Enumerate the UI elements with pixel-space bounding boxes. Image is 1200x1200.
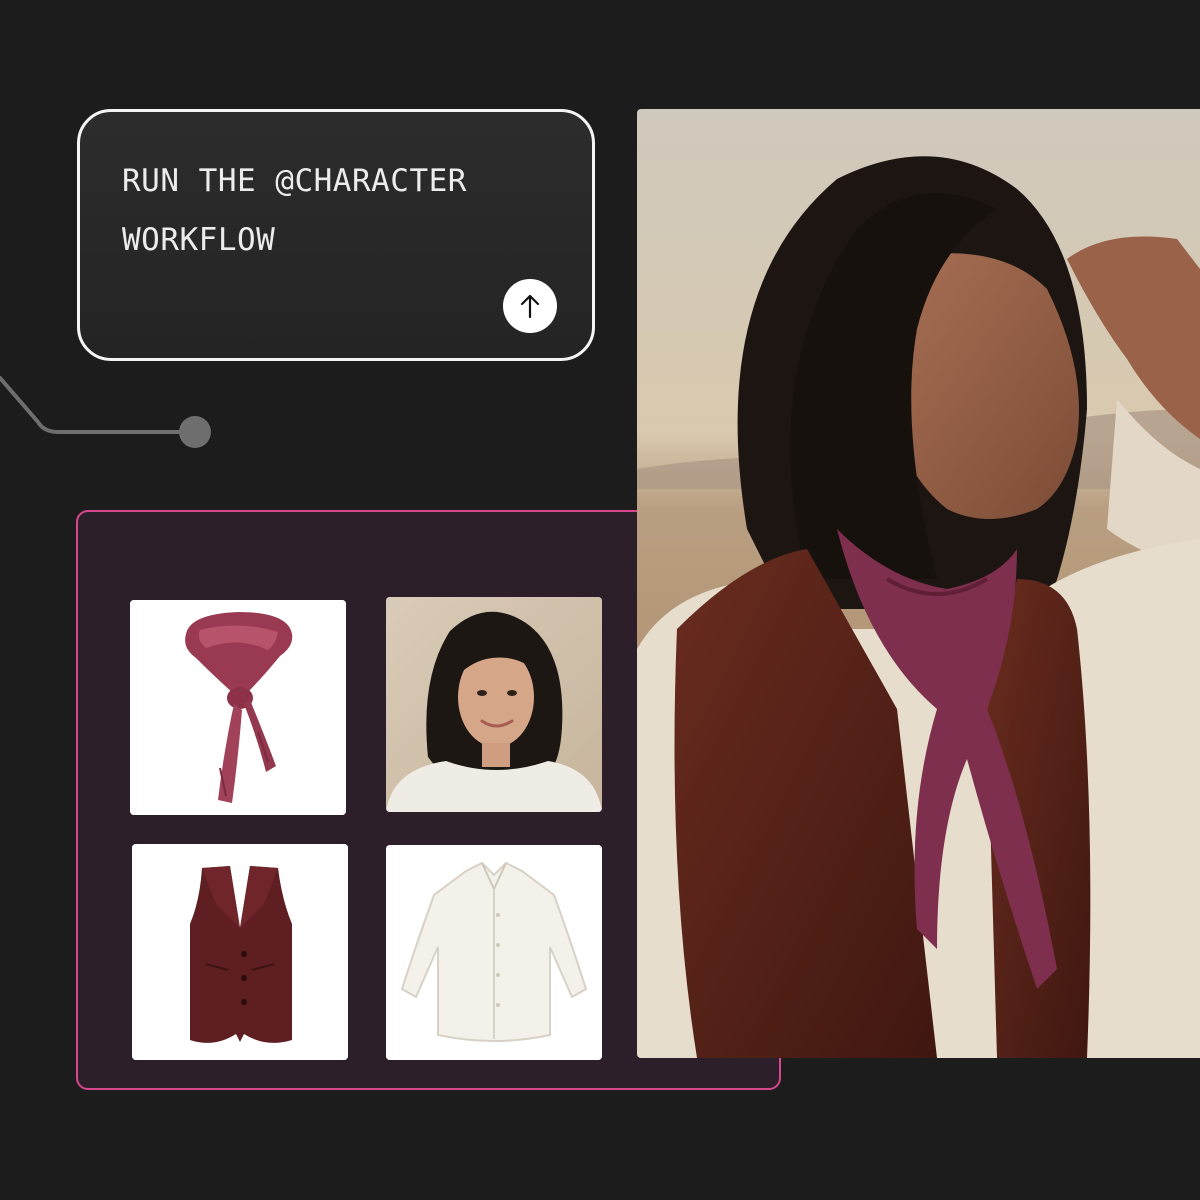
prompt-card[interactable]: RUN THE @CHARACTER WORKFLOW: [77, 109, 595, 361]
scarf-image: [130, 600, 346, 815]
character-portrait-image: [386, 597, 602, 812]
connector-node: [179, 416, 211, 448]
generated-character-image[interactable]: [637, 109, 1200, 1058]
submit-button[interactable]: [503, 279, 557, 333]
vest-thumbnail[interactable]: [132, 844, 348, 1060]
prompt-text[interactable]: RUN THE @CHARACTER WORKFLOW: [122, 152, 542, 270]
character-portrait-thumbnail[interactable]: [386, 597, 602, 812]
workflow-connector: [0, 376, 211, 448]
shirt-image: [386, 845, 602, 1060]
arrow-up-icon: [520, 294, 540, 319]
workflow-canvas: RUN THE @CHARACTER WORKFLOW: [0, 0, 1200, 1200]
shirt-thumbnail[interactable]: [386, 845, 602, 1060]
vest-image: [132, 844, 348, 1060]
scarf-thumbnail[interactable]: [130, 600, 346, 815]
character-photo: [637, 109, 1200, 1058]
